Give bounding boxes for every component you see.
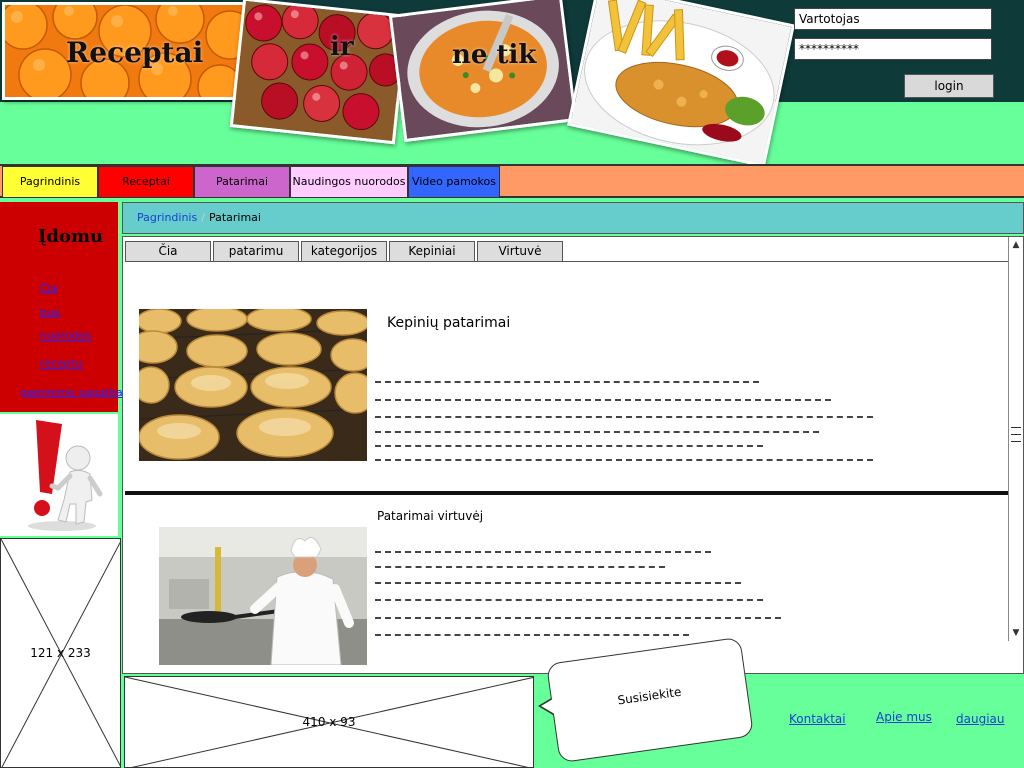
footer-link-apie-mus[interactable]: Apie mus bbox=[876, 710, 932, 724]
sidebar: Įdomu Čia bus nuorodos receptu gaminimo … bbox=[0, 202, 123, 412]
text-placeholder-line bbox=[375, 445, 763, 447]
breadcrumb-bar: Pagrindinis / Patarimai bbox=[122, 202, 1024, 234]
site-title-word-3: ne tik bbox=[452, 40, 537, 70]
content-panel: Čia patarimu kategorijos Kepiniai Virtuv… bbox=[122, 236, 1024, 674]
text-placeholder-line bbox=[375, 617, 781, 619]
text-placeholder-line bbox=[375, 599, 763, 601]
apples-photo bbox=[229, 0, 409, 145]
speech-bubble-tail-fill bbox=[541, 696, 558, 716]
login-button[interactable]: login bbox=[904, 74, 994, 98]
subtab-1[interactable]: Čia bbox=[125, 241, 211, 262]
article-title-virtuve: Patarimai virtuvėj bbox=[377, 509, 484, 523]
text-placeholder-line bbox=[375, 399, 831, 401]
subtab-virtuve[interactable]: Virtuvė bbox=[477, 241, 563, 262]
sidebar-link-5[interactable]: gaminimo pagalba bbox=[20, 386, 123, 399]
sidebar-title: Įdomu bbox=[38, 226, 104, 247]
text-placeholder-line bbox=[375, 459, 873, 461]
subtab-3[interactable]: kategorijos bbox=[301, 241, 387, 262]
nav-tab-patarimai[interactable]: Patarimai bbox=[194, 166, 290, 198]
text-placeholder-line bbox=[375, 582, 741, 584]
password-input[interactable]: ********** bbox=[794, 38, 992, 60]
text-placeholder-line bbox=[375, 634, 689, 636]
site-title-word-1: Receptai bbox=[66, 36, 204, 69]
placeholder-size-label: 410 x 93 bbox=[302, 715, 356, 729]
breadcrumb-current: Patarimai bbox=[208, 211, 261, 224]
cookies-photo bbox=[139, 309, 367, 461]
breadcrumb-home-link[interactable]: Pagrindinis bbox=[137, 211, 197, 224]
nav-tab-receptai[interactable]: Receptai bbox=[98, 166, 194, 198]
sidebar-link-3[interactable]: nuorodos bbox=[40, 329, 91, 342]
schnitzel-fries-photo bbox=[567, 0, 795, 168]
scroll-down-icon[interactable]: ▼ bbox=[1010, 627, 1022, 639]
text-placeholder-line bbox=[375, 416, 873, 418]
main-nav: Pagrindinis Receptai Patarimai Naudingos… bbox=[0, 164, 1024, 198]
sidebar-link-2[interactable]: bus bbox=[40, 306, 60, 319]
sidebar-link-1[interactable]: Čia bbox=[40, 282, 57, 295]
subtab-2[interactable]: patarimu bbox=[213, 241, 299, 262]
soup-photo bbox=[388, 0, 578, 143]
text-placeholder-line bbox=[375, 431, 819, 433]
text-placeholder-line bbox=[375, 381, 759, 383]
article-divider bbox=[125, 491, 1013, 495]
footer-link-daugiau[interactable]: daugiau bbox=[956, 712, 1005, 726]
nav-tab-naudingos-nuorodos[interactable]: Naudingos nuorodos bbox=[290, 166, 408, 198]
vertical-scrollbar[interactable]: ▲ ▼ bbox=[1008, 237, 1023, 641]
text-placeholder-line bbox=[375, 566, 665, 568]
username-input[interactable]: Vartotojas bbox=[794, 8, 992, 30]
breadcrumb-separator: / bbox=[201, 211, 205, 224]
footer-link-kontaktai[interactable]: Kontaktai bbox=[789, 712, 846, 726]
breadcrumb: Pagrindinis / Patarimai bbox=[137, 211, 261, 224]
sidebar-image-placeholder: 121 x 233 bbox=[0, 538, 121, 768]
footer-image-placeholder: 410 x 93 bbox=[124, 676, 534, 768]
scroll-thumb-grip-icon[interactable] bbox=[1011, 427, 1021, 448]
text-placeholder-line bbox=[375, 551, 711, 553]
subtab-kepiniai[interactable]: Kepiniai bbox=[389, 241, 475, 262]
scroll-up-icon[interactable]: ▲ bbox=[1010, 239, 1022, 251]
placeholder-size-label: 121 x 233 bbox=[30, 646, 91, 660]
site-title-word-2: ir bbox=[330, 32, 354, 62]
subtab-underline bbox=[125, 261, 1013, 262]
contact-label: Susisiekite bbox=[616, 684, 683, 708]
sidebar-link-4[interactable]: receptu bbox=[40, 357, 82, 370]
nav-tab-video-pamokos[interactable]: Video pamokos bbox=[408, 166, 500, 198]
nav-tab-pagrindinis[interactable]: Pagrindinis bbox=[2, 166, 98, 198]
exclamation-figure-icon bbox=[0, 414, 118, 536]
article-title-kepiniai: Kepinių patarimai bbox=[387, 315, 511, 331]
chef-photo bbox=[159, 527, 367, 665]
